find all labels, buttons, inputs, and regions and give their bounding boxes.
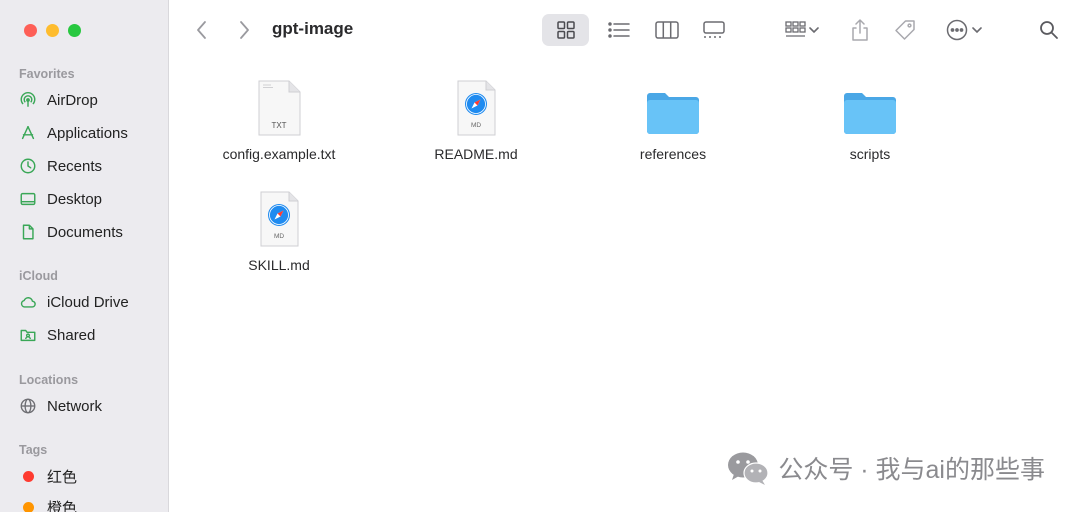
sidebar-item-airdrop[interactable]: AirDrop bbox=[18, 87, 163, 113]
file-grid: TXT config.example.txt MD README.md refe… bbox=[169, 60, 1080, 512]
applications-icon bbox=[18, 123, 38, 143]
ellipsis-circle-icon bbox=[946, 19, 968, 41]
folder-icon bbox=[780, 76, 960, 136]
wechat-icon bbox=[728, 452, 769, 485]
sidebar-item-applications[interactable]: Applications bbox=[18, 120, 163, 146]
search-icon bbox=[1040, 21, 1058, 39]
sidebar-item-network[interactable]: Network bbox=[18, 393, 163, 419]
list-icon bbox=[608, 22, 630, 38]
sidebar-item-shared[interactable]: Shared bbox=[18, 322, 163, 348]
file-name: SKILL.md bbox=[248, 257, 310, 273]
close-window-button[interactable] bbox=[24, 24, 37, 37]
grid-icon bbox=[556, 21, 575, 39]
chevron-down-icon bbox=[809, 27, 819, 34]
text-file-icon: TXT bbox=[189, 76, 369, 136]
finder-window: Favorites AirDrop Applications Recents D… bbox=[0, 0, 1080, 512]
share-button[interactable] bbox=[845, 14, 875, 46]
sidebar-section-tags: Tags bbox=[19, 443, 48, 457]
more-actions-button[interactable] bbox=[941, 16, 987, 44]
file-name: config.example.txt bbox=[222, 146, 336, 162]
sidebar-item-icloud-drive[interactable]: iCloud Drive bbox=[18, 289, 163, 315]
airdrop-icon bbox=[18, 90, 38, 110]
minimize-window-button[interactable] bbox=[46, 24, 59, 37]
file-item-scripts-folder[interactable]: scripts bbox=[780, 76, 960, 162]
sidebar-item-label: Documents bbox=[47, 223, 123, 241]
group-grid-icon bbox=[785, 21, 806, 37]
window-title: gpt-image bbox=[272, 19, 354, 38]
sidebar-item-label: Recents bbox=[47, 157, 103, 175]
gallery-view-button[interactable] bbox=[694, 14, 734, 46]
clock-icon bbox=[18, 156, 38, 176]
red-tag-dot-icon bbox=[23, 470, 34, 482]
group-by-button[interactable] bbox=[779, 16, 825, 44]
sidebar-item-recents[interactable]: Recents bbox=[18, 153, 163, 179]
column-view-button[interactable] bbox=[647, 14, 687, 46]
gallery-icon bbox=[703, 21, 725, 38]
sidebar: Favorites AirDrop Applications Recents D… bbox=[0, 0, 169, 512]
file-type-badge: MD bbox=[471, 122, 481, 129]
sidebar-item-label: iCloud Drive bbox=[47, 293, 129, 311]
sidebar-item-label: Applications bbox=[47, 124, 128, 142]
file-item-readme-md[interactable]: MD README.md bbox=[386, 76, 566, 162]
columns-icon bbox=[655, 21, 679, 39]
globe-icon bbox=[18, 396, 38, 416]
file-type-badge: TXT bbox=[271, 121, 286, 130]
file-name: scripts bbox=[849, 146, 891, 162]
folder-icon bbox=[583, 76, 763, 136]
sidebar-item-tag-red[interactable]: 红色 bbox=[18, 463, 163, 489]
sidebar-section-locations: Locations bbox=[19, 373, 79, 387]
tag-icon bbox=[895, 20, 915, 40]
tags-button[interactable] bbox=[890, 14, 920, 46]
chevron-down-icon bbox=[972, 27, 982, 34]
sidebar-item-tag-orange[interactable]: 橙色 bbox=[18, 494, 163, 512]
cloud-icon bbox=[18, 292, 38, 312]
file-item-config-example-txt[interactable]: TXT config.example.txt bbox=[189, 76, 369, 162]
sidebar-item-label: 橙色 bbox=[47, 499, 78, 512]
file-name: references bbox=[639, 146, 707, 162]
file-item-skill-md[interactable]: MD SKILL.md bbox=[189, 187, 369, 273]
zoom-window-button[interactable] bbox=[68, 24, 81, 37]
search-button[interactable] bbox=[1034, 16, 1064, 44]
file-name: README.md bbox=[434, 146, 518, 162]
sidebar-item-label: Desktop bbox=[47, 190, 103, 208]
forward-button[interactable] bbox=[233, 18, 255, 42]
window-controls bbox=[24, 24, 81, 37]
sidebar-item-label: AirDrop bbox=[47, 91, 98, 109]
chevron-left-icon bbox=[197, 21, 206, 39]
list-view-button[interactable] bbox=[599, 14, 639, 46]
document-icon bbox=[18, 222, 38, 242]
file-type-badge: MD bbox=[274, 233, 284, 240]
sidebar-item-label: Shared bbox=[47, 326, 96, 344]
watermark-text: 公众号 · 我与ai的那些事 bbox=[778, 456, 1045, 484]
markdown-file-icon: MD bbox=[386, 76, 566, 136]
back-button[interactable] bbox=[191, 18, 213, 42]
orange-tag-dot-icon bbox=[23, 501, 34, 512]
sidebar-section-icloud: iCloud bbox=[19, 269, 58, 283]
shared-folder-icon bbox=[18, 325, 38, 345]
sidebar-item-label: Network bbox=[47, 397, 103, 415]
markdown-file-icon: MD bbox=[189, 187, 369, 247]
desktop-icon bbox=[18, 189, 38, 209]
icon-view-button[interactable] bbox=[542, 14, 589, 46]
share-icon bbox=[852, 19, 868, 41]
sidebar-item-label: 红色 bbox=[47, 468, 78, 486]
sidebar-item-documents[interactable]: Documents bbox=[18, 219, 163, 245]
file-item-references-folder[interactable]: references bbox=[583, 76, 763, 162]
sidebar-item-desktop[interactable]: Desktop bbox=[18, 186, 163, 212]
sidebar-section-favorites: Favorites bbox=[19, 67, 75, 81]
chevron-right-icon bbox=[240, 21, 249, 39]
toolbar: gpt-image bbox=[169, 0, 1080, 60]
watermark: 公众号 · 我与ai的那些事 bbox=[726, 450, 1045, 486]
